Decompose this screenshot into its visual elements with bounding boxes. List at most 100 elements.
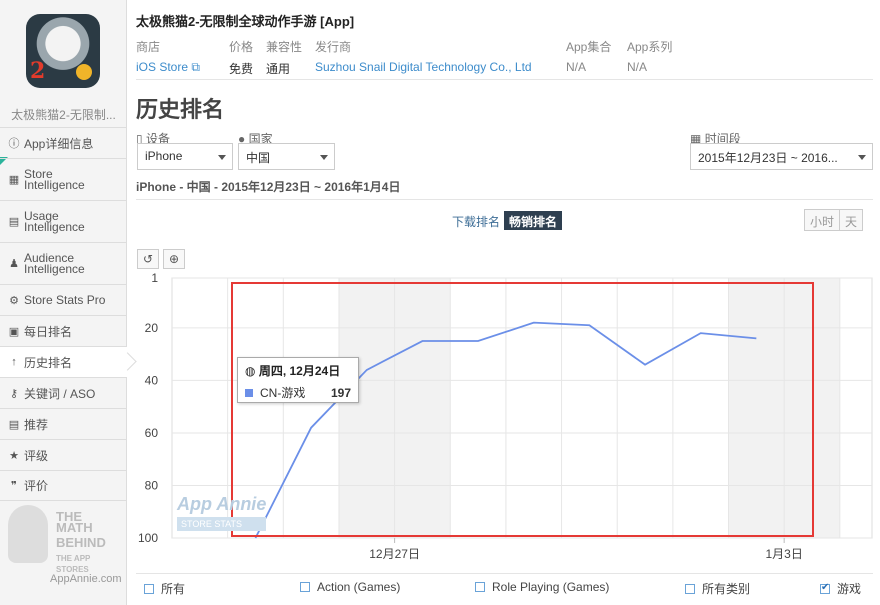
x-tick-label: 12月27日 [369,547,420,561]
store-link[interactable]: iOS Store ⧉ [136,60,200,75]
meta-label: 价格 [229,40,254,54]
arrow-up-icon: ↑ [11,356,17,368]
sidebar-item-label: App详细信息 [24,136,94,151]
meta-value: N/A [566,60,587,74]
key-icon: ⚷ [9,387,19,400]
sidebar-item-daily-ranks[interactable]: ▣ 每日排名 [0,315,127,346]
sidebar-item-reviews[interactable]: ❞ 评价 [0,470,127,501]
legend-item-all[interactable]: 所有 [144,580,185,597]
sidebar-item-app-details[interactable]: ⓘ App详细信息 [0,127,127,158]
meta-label: App集合 [566,40,612,54]
legend-item-action[interactable]: Action (Games) [300,580,400,594]
period-select[interactable]: 2015年12月23日 ~ 2016... [690,143,873,170]
meta-price: 价格 免费 [229,38,253,77]
meta-label: 兼容性 [266,40,303,54]
meta-label: App系列 [627,40,673,54]
sidebar-item-label: 历史排名 [24,355,73,370]
legend-label: 所有 [161,582,186,596]
meta-app-series: App系列 N/A [627,38,672,74]
app-title: 太极熊猫2-无限制全球动作手游 [App] [136,14,355,29]
app-icon[interactable]: 2 [26,14,100,88]
info-circle-icon: ⓘ [8,138,20,150]
sidebar-item-label: Store Intelligence [24,166,85,192]
comments-icon: ❞ [11,480,17,492]
device-select[interactable]: iPhone [137,143,233,170]
page-title: 历史排名 [136,97,225,122]
chevron-down-icon [858,155,866,160]
watermark-line-2: STORE STATS [177,517,267,531]
bookmark-icon: ▤ [8,418,20,431]
zoom-button[interactable]: ⊕ [163,249,185,269]
undo-icon: ↺ [142,252,154,266]
promo-line-2: BEHIND [56,535,106,550]
app-annie-promo[interactable]: THE MATH BEHIND THE APP STORES AppAnnie.… [8,505,122,587]
meta-label: 商店 [136,40,161,54]
external-link-icon: ⧉ [191,60,200,74]
sidebar-item-label: 每日排名 [24,324,73,339]
globe-icon: ◍ [245,364,256,378]
sidebar-item-store-intelligence[interactable]: ▦ Store Intelligence [0,158,127,200]
sidebar-item-store-stats-pro[interactable]: ⚙ Store Stats Pro [0,284,127,315]
legend-item-role-playing[interactable]: Role Playing (Games) [475,580,609,594]
checkbox[interactable] [685,583,695,594]
highlight-box [231,282,814,537]
meta-value: 通用 [266,62,291,76]
header-divider [136,79,873,80]
chevron-down-icon [218,155,226,160]
series-swatch [245,388,253,397]
calendar-icon: ▣ [8,325,20,338]
zoom-icon: ⊕ [168,252,180,266]
sidebar-item-audience-intelligence[interactable]: ♟ Audience Intelligence [0,242,127,284]
checkbox[interactable] [475,582,485,592]
sidebar-menu: ⓘ App详细信息 ▦ Store Intelligence ▤ Usage I… [0,127,127,501]
checkbox[interactable] [144,583,154,594]
legend-item-games[interactable]: 游戏 [820,580,861,597]
star-icon: ★ [9,449,19,462]
sidebar: 2 太极熊猫2-无限制... ⓘ App详细信息 ▦ Store Intelli… [0,0,127,605]
tooltip-date: 周四, 12月24日 [258,364,341,378]
meta-publisher: 发行商 Suzhou Snail Digital Technology Co.,… [315,38,532,74]
meta-value: 免费 [229,62,254,76]
granularity-day-button[interactable]: 天 [839,209,864,231]
sidebar-item-label: Store Stats Pro [24,293,106,307]
tooltip-series: CN-游戏 [260,386,306,400]
usage-icon: ▤ [8,216,20,228]
y-tick-label: 1 [151,271,158,285]
gear-icon: ⚙ [9,294,19,307]
sidebar-item-ratings[interactable]: ★ 评级 [0,439,127,470]
sidebar-item-historical-ranks[interactable]: ↑ 历史排名 [0,346,127,377]
y-tick-label: 20 [145,321,159,335]
app-icon-number: 2 [30,58,46,84]
app-icon-badge [76,64,92,80]
sidebar-item-label: 推荐 [24,417,49,432]
chart-tooltip: ◍ 周四, 12月24日 CN-游戏 197 [237,357,359,403]
tab-download-ranks[interactable]: 下载排名 [447,211,505,230]
sidebar-item-featured[interactable]: ▤ 推荐 [0,408,127,439]
meta-value: N/A [627,60,648,74]
chevron-down-icon [320,155,328,160]
sidebar-item-usage-intelligence[interactable]: ▤ Usage Intelligence [0,200,127,242]
meta-app-collection: App集合 N/A [566,38,611,74]
meta-label: 发行商 [315,40,352,54]
country-select[interactable]: 中国 [238,143,335,170]
x-tick-label: 1月3日 [765,547,802,561]
store-icon: ▦ [8,174,20,186]
publisher-link[interactable]: Suzhou Snail Digital Technology Co., Ltd [315,60,532,74]
sidebar-item-keywords-aso[interactable]: ⚷ 关键词 / ASO [0,377,127,408]
y-tick-label: 80 [145,478,159,492]
tab-grossing-ranks[interactable]: 畅销排名 [504,211,563,230]
checkbox-checked[interactable] [820,582,830,594]
legend-divider [136,573,873,574]
y-tick-label: 60 [145,426,159,440]
granularity-hour-button[interactable]: 小时 [804,209,841,231]
y-tick-label: 100 [138,531,158,545]
app-annie-watermark: App Annie STORE STATS [177,494,267,531]
checkbox[interactable] [300,582,310,592]
sidebar-item-label: Usage Intelligence [24,208,85,234]
sidebar-item-label: 关键词 / ASO [24,386,96,401]
reset-zoom-button[interactable]: ↺ [137,249,159,269]
chart-subheading: iPhone - 中国 - 2015年12月23日 ~ 2016年1月4日 [136,180,401,194]
legend-label: Role Playing (Games) [492,580,610,594]
legend-item-all-categories[interactable]: 所有类别 [685,580,750,597]
y-tick-label: 40 [145,373,159,387]
